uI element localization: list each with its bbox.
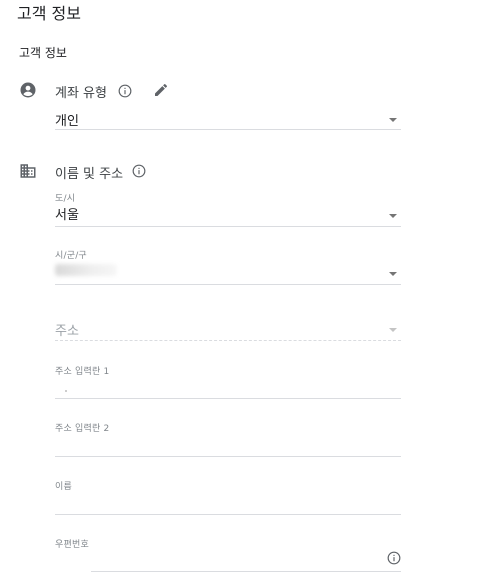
account-type-select[interactable]: 개인 — [55, 108, 401, 130]
customer-info-page: 고객 정보 고객 정보 계좌 유형 개인 이름 및 주소 도/시 서울 시/군/… — [0, 0, 497, 586]
pencil-edit-icon[interactable] — [153, 82, 169, 98]
city-label: 시/군/구 — [55, 251, 87, 261]
name-label: 이름 — [55, 482, 72, 492]
account-type-label: 계좌 유형 — [55, 86, 107, 101]
city-select[interactable]: 시/군/구 — [55, 248, 401, 285]
city-value-redacted — [55, 264, 117, 276]
address-line1-value-redacted — [65, 390, 67, 392]
address-placeholder: 주소 — [55, 324, 79, 339]
field-underline — [55, 284, 401, 285]
address-select[interactable]: 주소 — [55, 320, 401, 342]
caret-down-icon — [389, 272, 397, 276]
name-input[interactable]: 이름 — [55, 479, 401, 515]
caret-down-icon — [389, 118, 397, 122]
section-title: 고객 정보 — [19, 46, 67, 60]
account-type-value: 개인 — [55, 114, 79, 129]
field-underline — [91, 571, 401, 572]
postal-code-label: 우편번호 — [55, 540, 89, 550]
address-line2-input[interactable]: 주소 입력란 2 — [55, 421, 401, 457]
address-line1-input[interactable]: 주소 입력란 1 — [55, 364, 401, 399]
field-underline — [55, 456, 401, 457]
field-underline-dashed — [55, 340, 401, 341]
info-icon[interactable] — [387, 551, 401, 565]
name-address-label: 이름 및 주소 — [55, 167, 124, 182]
field-underline — [55, 129, 401, 130]
state-select[interactable]: 도/시 서울 — [55, 191, 401, 227]
postal-code-input[interactable]: 우편번호 — [55, 537, 401, 573]
address-line2-label: 주소 입력란 2 — [55, 424, 110, 434]
field-underline — [55, 514, 401, 515]
building-icon — [20, 164, 36, 178]
page-title: 고객 정보 — [17, 4, 81, 23]
field-underline — [55, 226, 401, 227]
field-underline — [55, 398, 401, 399]
info-icon[interactable] — [132, 164, 146, 178]
caret-down-icon — [389, 328, 397, 332]
state-label: 도/시 — [55, 194, 76, 204]
info-icon[interactable] — [118, 84, 132, 98]
state-value: 서울 — [55, 208, 79, 223]
account-circle-icon — [20, 82, 36, 98]
address-line1-label: 주소 입력란 1 — [55, 367, 110, 377]
caret-down-icon — [389, 214, 397, 218]
